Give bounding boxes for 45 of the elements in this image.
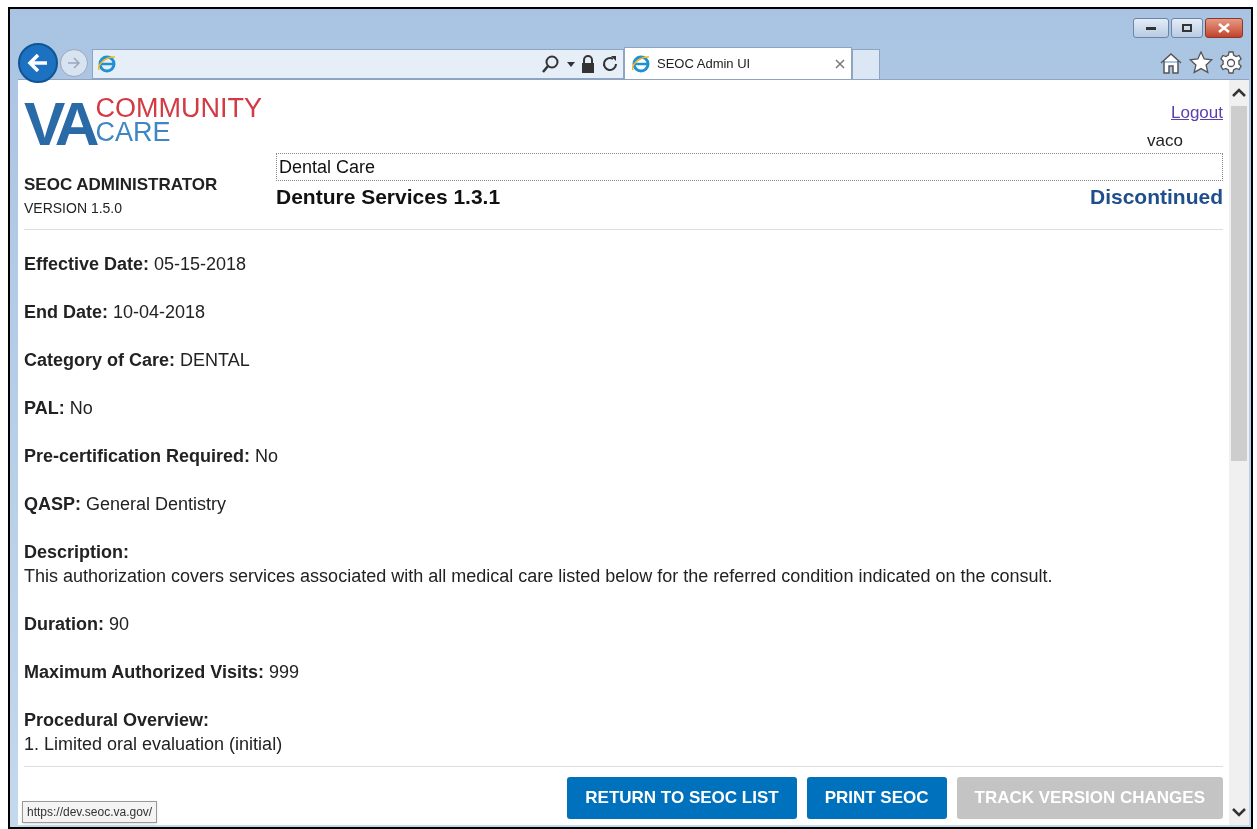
home-icon[interactable] <box>1159 51 1183 75</box>
field-text: Maximum Authorized Visits: 999 <box>24 660 301 683</box>
field-text: Pre-certification Required: No <box>24 444 280 467</box>
close-icon <box>1218 23 1230 33</box>
arrow-left-icon <box>27 53 49 73</box>
field-text: Duration: 90 <box>24 612 131 635</box>
seoc-title: Denture Services 1.3.1 <box>276 184 501 210</box>
field-text: End Date: 10-04-2018 <box>24 300 207 323</box>
field-label: Description: <box>24 540 130 563</box>
field-text: Effective Date: 05-15-2018 <box>24 252 248 275</box>
field-text: Category of Care: DENTAL <box>24 348 251 371</box>
field-label: Procedural Overview: <box>24 708 211 731</box>
minimize-button[interactable] <box>1133 18 1169 38</box>
lock-icon <box>581 55 595 73</box>
scroll-down-icon[interactable] <box>1232 807 1246 817</box>
search-icon[interactable] <box>541 54 561 74</box>
logout-link[interactable]: Logout <box>1171 100 1223 126</box>
action-button[interactable]: RETURN TO SEOC LIST <box>567 777 797 819</box>
list-item: 1. Limited oral evaluation (initial) <box>24 732 284 755</box>
app-title: SEOC ADMINISTRATOR <box>24 174 219 196</box>
browser-logo-icon <box>631 53 651 74</box>
category-field: Dental Care <box>276 153 1223 181</box>
settings-icon[interactable] <box>1219 51 1243 75</box>
browser-tab[interactable]: SEOC Admin UI <box>624 47 852 79</box>
scroll-up-icon[interactable] <box>1232 88 1246 98</box>
browser-logo-icon <box>97 54 117 74</box>
close-icon[interactable] <box>835 58 845 69</box>
star-icon[interactable] <box>1189 51 1213 75</box>
version-label: VERSION 1.5.0 <box>24 198 124 218</box>
close-button[interactable] <box>1205 18 1243 38</box>
status-label: Discontinued <box>1090 184 1223 210</box>
dropdown-caret-icon[interactable] <box>567 61 575 67</box>
username: vaco <box>1147 129 1184 152</box>
action-button[interactable]: PRINT SEOC <box>806 777 947 819</box>
refresh-icon[interactable] <box>601 55 619 73</box>
scrollbar-thumb[interactable] <box>1231 106 1247 461</box>
field-text: This authorization covers services associated with all medical care listed below for the referred condition indicated on the consult. <box>24 564 1054 587</box>
maximize-button[interactable] <box>1171 18 1203 38</box>
field-text: PAL: No <box>24 396 94 419</box>
status-url-tooltip: https://dev.seoc.va.gov/ <box>22 801 158 823</box>
scrollbar[interactable] <box>1229 80 1249 825</box>
tab-title: SEOC Admin UI <box>657 54 752 73</box>
back-button[interactable] <box>18 43 58 83</box>
arrow-right-icon <box>67 57 81 69</box>
field-text: QASP: General Dentistry <box>24 492 228 515</box>
